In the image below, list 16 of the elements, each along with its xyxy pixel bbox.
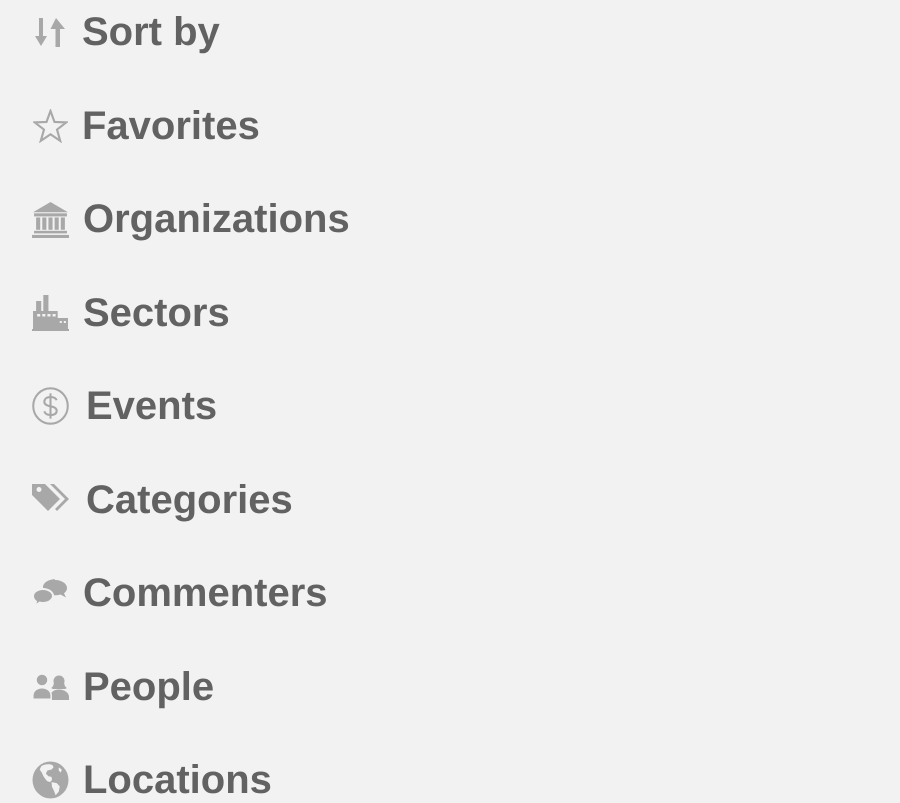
menu-item[interactable]: Events [32,386,218,426]
menu-item[interactable]: Organizations [32,199,350,239]
menu-item[interactable]: Commenters [32,573,328,613]
bank-icon [32,200,69,238]
dollar-icon [32,387,69,425]
menu-item[interactable]: Categories [32,480,293,520]
sort-icon [35,18,66,46]
globe-icon [32,761,69,799]
menu-item[interactable]: People [32,666,214,706]
menu-item[interactable]: Favorites [32,106,260,146]
people-icon [32,673,69,700]
menu-item[interactable]: Locations [32,760,272,800]
star-icon [33,108,68,142]
menu-item[interactable]: Sectors [32,292,230,332]
factory-icon [32,294,69,330]
menu-item[interactable]: Sort by [32,12,220,52]
